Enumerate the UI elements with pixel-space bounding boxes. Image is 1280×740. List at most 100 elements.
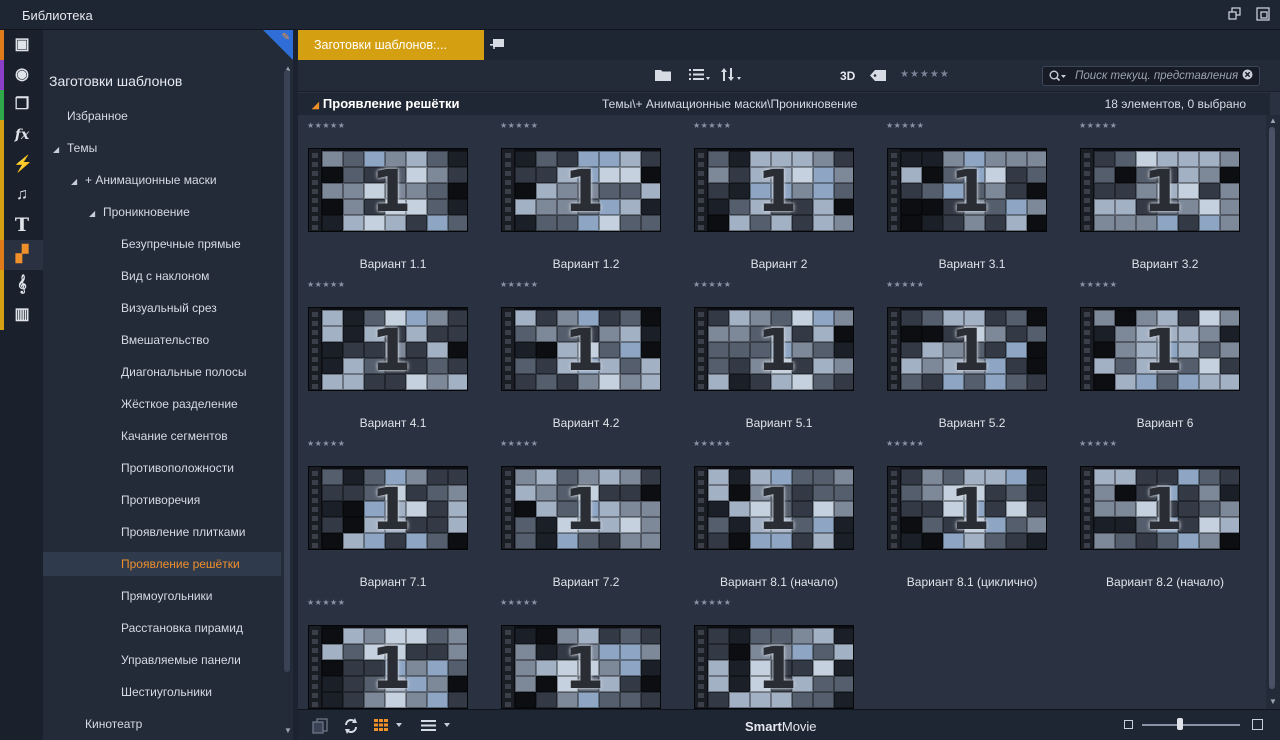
template-tile[interactable]: ★★★★★ 1 Вариант 7.1 <box>298 433 491 592</box>
template-thumbnail[interactable]: 1 <box>887 466 1047 550</box>
rating-stars[interactable]: ★★★★★ <box>307 598 345 607</box>
template-tile[interactable]: ★★★★★ 1 <box>491 592 684 709</box>
tree-item[interactable]: ◢ Проникновение <box>43 200 283 224</box>
rating-stars[interactable]: ★★★★★ <box>693 280 731 289</box>
zoom-slider-knob[interactable] <box>1176 718 1183 730</box>
template-tile[interactable]: ★★★★★ 1 Вариант 2 <box>684 115 877 274</box>
sidebar-item-film-reel[interactable]: ◉ <box>0 60 43 90</box>
stack-icon[interactable] <box>312 718 328 737</box>
rating-stars[interactable]: ★★★★★ <box>1079 439 1117 448</box>
tree-item[interactable]: Качание сегментов <box>43 424 283 448</box>
template-tile[interactable]: ★★★★★ 1 Вариант 6 <box>1070 274 1263 433</box>
template-thumbnail[interactable]: 1 <box>694 307 854 391</box>
scroll-down-icon[interactable]: ▼ <box>1269 697 1277 706</box>
template-tile[interactable]: ★★★★★ 1 Вариант 1.2 <box>491 115 684 274</box>
template-thumbnail[interactable]: 1 <box>887 307 1047 391</box>
template-tile[interactable]: ★★★★★ 1 Вариант 3.1 <box>877 115 1070 274</box>
template-thumbnail[interactable]: 1 <box>308 307 468 391</box>
scroll-up-icon[interactable]: ▲ <box>1269 116 1277 125</box>
rating-stars[interactable]: ★★★★★ <box>886 121 924 130</box>
tree-item[interactable]: Проявление решётки <box>43 552 283 576</box>
restore-icon[interactable] <box>1256 7 1270 21</box>
tree-item[interactable]: Безупречные прямые <box>43 232 283 256</box>
expand-triangle-icon[interactable]: ◢ <box>53 138 67 162</box>
sidebar-item-music-note[interactable]: ♫ <box>0 180 43 210</box>
template-thumbnail[interactable]: 1 <box>887 148 1047 232</box>
template-tile[interactable]: ★★★★★ 1 Вариант 4.1 <box>298 274 491 433</box>
list-view-icon[interactable] <box>689 68 711 84</box>
rating-stars[interactable]: ★★★★★ <box>307 121 345 130</box>
tree-item[interactable]: Противоположности <box>43 456 283 480</box>
zoom-out-icon[interactable] <box>1124 720 1133 729</box>
rating-stars[interactable]: ★★★★★ <box>886 280 924 289</box>
tree-item[interactable]: ◢ Темы <box>43 136 283 160</box>
sort-icon[interactable] <box>721 68 743 84</box>
sidebar-item-piano[interactable]: ▥ <box>0 300 43 330</box>
zoom-slider[interactable] <box>1142 718 1240 730</box>
template-thumbnail[interactable]: 1 <box>1080 148 1240 232</box>
template-thumbnail[interactable]: 1 <box>1080 307 1240 391</box>
tree-item[interactable]: Прямоугольники <box>43 584 283 608</box>
template-tile[interactable]: ★★★★★ 1 Вариант 7.2 <box>491 433 684 592</box>
scroll-down-icon[interactable]: ▼ <box>284 726 292 735</box>
tree-item[interactable]: Жёсткое разделение <box>43 392 283 416</box>
template-thumbnail[interactable]: 1 <box>694 625 854 709</box>
template-thumbnail[interactable]: 1 <box>1080 466 1240 550</box>
3d-filter-label[interactable]: 3D <box>840 69 855 83</box>
rating-stars[interactable]: ★★★★★ <box>693 121 731 130</box>
grid-view-icon[interactable] <box>374 718 408 735</box>
template-thumbnail[interactable]: 1 <box>501 148 661 232</box>
sidebar-item-treble-clef[interactable]: 𝄞 <box>0 270 43 300</box>
tree-item[interactable]: Диагональные полосы <box>43 360 283 384</box>
undock-icon[interactable] <box>1228 7 1242 21</box>
add-tab-icon[interactable] <box>490 39 504 54</box>
folder-icon[interactable] <box>655 68 671 84</box>
breadcrumb[interactable]: Темы\+ Анимационные маски\Проникновение <box>602 97 857 111</box>
template-thumbnail[interactable]: 1 <box>694 466 854 550</box>
grid-scrollbar[interactable]: ▲ ▼ <box>1266 115 1280 709</box>
sidebar-item-template[interactable]: ▞ <box>0 240 43 270</box>
grid-scrollbar-thumb[interactable] <box>1269 127 1275 689</box>
tab-templates[interactable]: Заготовки шаблонов:... <box>298 30 484 60</box>
template-tile[interactable]: ★★★★★ 1 Вариант 1.1 <box>298 115 491 274</box>
rating-stars[interactable]: ★★★★★ <box>1079 280 1117 289</box>
rating-stars[interactable]: ★★★★★ <box>307 280 345 289</box>
template-tile[interactable]: ★★★★★ 1 Вариант 8.2 (начало) <box>1070 433 1263 592</box>
rating-stars[interactable]: ★★★★★ <box>693 598 731 607</box>
smartmovie-button[interactable]: SmartMovie <box>745 719 817 734</box>
rating-stars[interactable]: ★★★★★ <box>1079 121 1117 130</box>
rating-stars[interactable]: ★★★★★ <box>500 439 538 448</box>
tree-item[interactable]: Избранное <box>43 104 283 128</box>
tree-item[interactable]: Противоречия <box>43 488 283 512</box>
rating-stars[interactable]: ★★★★★ <box>500 280 538 289</box>
tree-item[interactable]: Вид с наклоном <box>43 264 283 288</box>
template-tile[interactable]: ★★★★★ 1 Вариант 4.2 <box>491 274 684 433</box>
template-tile[interactable]: ★★★★★ 1 Вариант 8.1 (начало) <box>684 433 877 592</box>
template-tile[interactable]: ★★★★★ 1 Вариант 3.2 <box>1070 115 1263 274</box>
collapse-icon[interactable]: ◢ <box>312 100 319 110</box>
menu-icon[interactable] <box>421 718 455 735</box>
tree-item[interactable]: Управляемые панели <box>43 648 283 672</box>
tree-scrollbar[interactable]: ▲ ▼ <box>281 60 293 740</box>
rating-stars[interactable]: ★★★★★ <box>307 439 345 448</box>
template-tile[interactable]: ★★★★★ 1 Вариант 5.2 <box>877 274 1070 433</box>
zoom-in-icon[interactable] <box>1252 719 1263 730</box>
search-field[interactable]: Поиск текущ. представления <box>1042 66 1260 86</box>
tree-item[interactable]: Проявление плитками <box>43 520 283 544</box>
sidebar-item-fx[interactable]: fx <box>0 120 43 150</box>
clear-search-icon[interactable] <box>1242 69 1253 83</box>
tag-icon[interactable] <box>870 69 886 84</box>
rating-stars[interactable]: ★★★★★ <box>500 598 538 607</box>
search-icon[interactable] <box>1049 70 1067 85</box>
tree-scrollbar-thumb[interactable] <box>284 70 290 672</box>
tree-item[interactable]: Кинотеатр <box>43 712 283 736</box>
template-tile[interactable]: ★★★★★ 1 <box>298 592 491 709</box>
expand-triangle-icon[interactable]: ◢ <box>71 170 85 194</box>
refresh-icon[interactable] <box>343 718 359 737</box>
tree-item[interactable]: Вмешательство <box>43 328 283 352</box>
rating-stars[interactable]: ★★★★★ <box>693 439 731 448</box>
rating-filter[interactable]: ★★★★★ <box>900 69 950 80</box>
tree-item[interactable]: ◢ + Анимационные маски <box>43 168 283 192</box>
sidebar-item-copy[interactable]: ❐ <box>0 90 43 120</box>
template-thumbnail[interactable]: 1 <box>694 148 854 232</box>
